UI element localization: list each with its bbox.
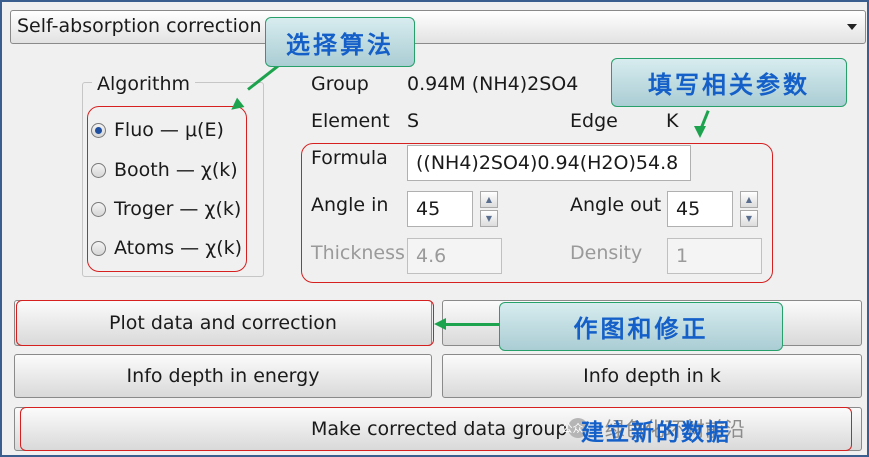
edge-label: Edge [570,110,618,132]
thickness-field: 4.6 [407,238,502,274]
mode-dropdown-value: Self-absorption correction [17,15,262,37]
info-depth-k-button[interactable]: Info depth in k [442,354,862,398]
radio-fluo[interactable]: Fluo — μ(E) [91,115,224,145]
radio-booth[interactable]: Booth — χ(k) [91,155,238,185]
formula-label: Formula [311,147,388,169]
group-value: 0.94M (NH4)2SO4 [407,73,579,95]
make-corrected-group-label: Make corrected data group [311,418,568,440]
algorithm-title: Algorithm [92,73,196,95]
window-frame: Self-absorption correction Algorithm Flu… [0,0,869,457]
make-group-overlay-text: 建立新的数据 [581,420,731,446]
radio-booth-label: Booth — χ(k) [114,159,238,181]
spin-down-icon[interactable]: ▼ [740,210,758,227]
plot-data-button[interactable]: Plot data and correction [14,300,432,346]
arrow-head-icon [434,318,446,330]
chevron-down-icon[interactable] [847,24,857,30]
formula-field[interactable]: ((NH4)2SO4)0.94(H2O)54.8 [407,145,691,181]
radio-atoms[interactable]: Atoms — χ(k) [91,233,242,263]
plot-callout: 作图和修正 [499,302,783,351]
edge-value: K [666,110,679,132]
angle-out-spinner[interactable]: ▲ ▼ [740,191,758,227]
arrow-head-icon [694,126,706,138]
radio-unchecked-icon[interactable] [91,162,106,178]
element-label: Element [311,110,390,132]
mode-dropdown[interactable]: Self-absorption correction [10,10,866,44]
thickness-label: Thickness [311,242,405,264]
radio-unchecked-icon[interactable] [91,201,106,217]
algorithm-callout: 选择算法 [265,17,415,67]
density-field: 1 [667,238,762,274]
info-depth-energy-button[interactable]: Info depth in energy [14,354,432,398]
element-value: S [407,110,420,132]
arrow-line [446,323,501,326]
angle-out-label: Angle out [570,194,662,216]
params-callout: 填写相关参数 [611,58,847,107]
group-label: Group [311,73,369,95]
density-label: Density [570,242,643,264]
radio-unchecked-icon[interactable] [91,240,106,256]
radio-troger[interactable]: Troger — χ(k) [91,194,241,224]
angle-in-spinner[interactable]: ▲ ▼ [480,191,498,227]
angle-in-label: Angle in [311,194,389,216]
spin-up-icon[interactable]: ▲ [740,191,758,208]
angle-out-field[interactable]: 45 [667,191,733,227]
radio-atoms-label: Atoms — χ(k) [114,237,243,259]
radio-troger-label: Troger — χ(k) [114,198,242,220]
spin-down-icon[interactable]: ▼ [480,210,498,227]
spin-up-icon[interactable]: ▲ [480,191,498,208]
radio-checked-icon[interactable] [91,122,106,138]
radio-fluo-label: Fluo — μ(E) [114,119,224,141]
angle-in-field[interactable]: 45 [407,191,473,227]
